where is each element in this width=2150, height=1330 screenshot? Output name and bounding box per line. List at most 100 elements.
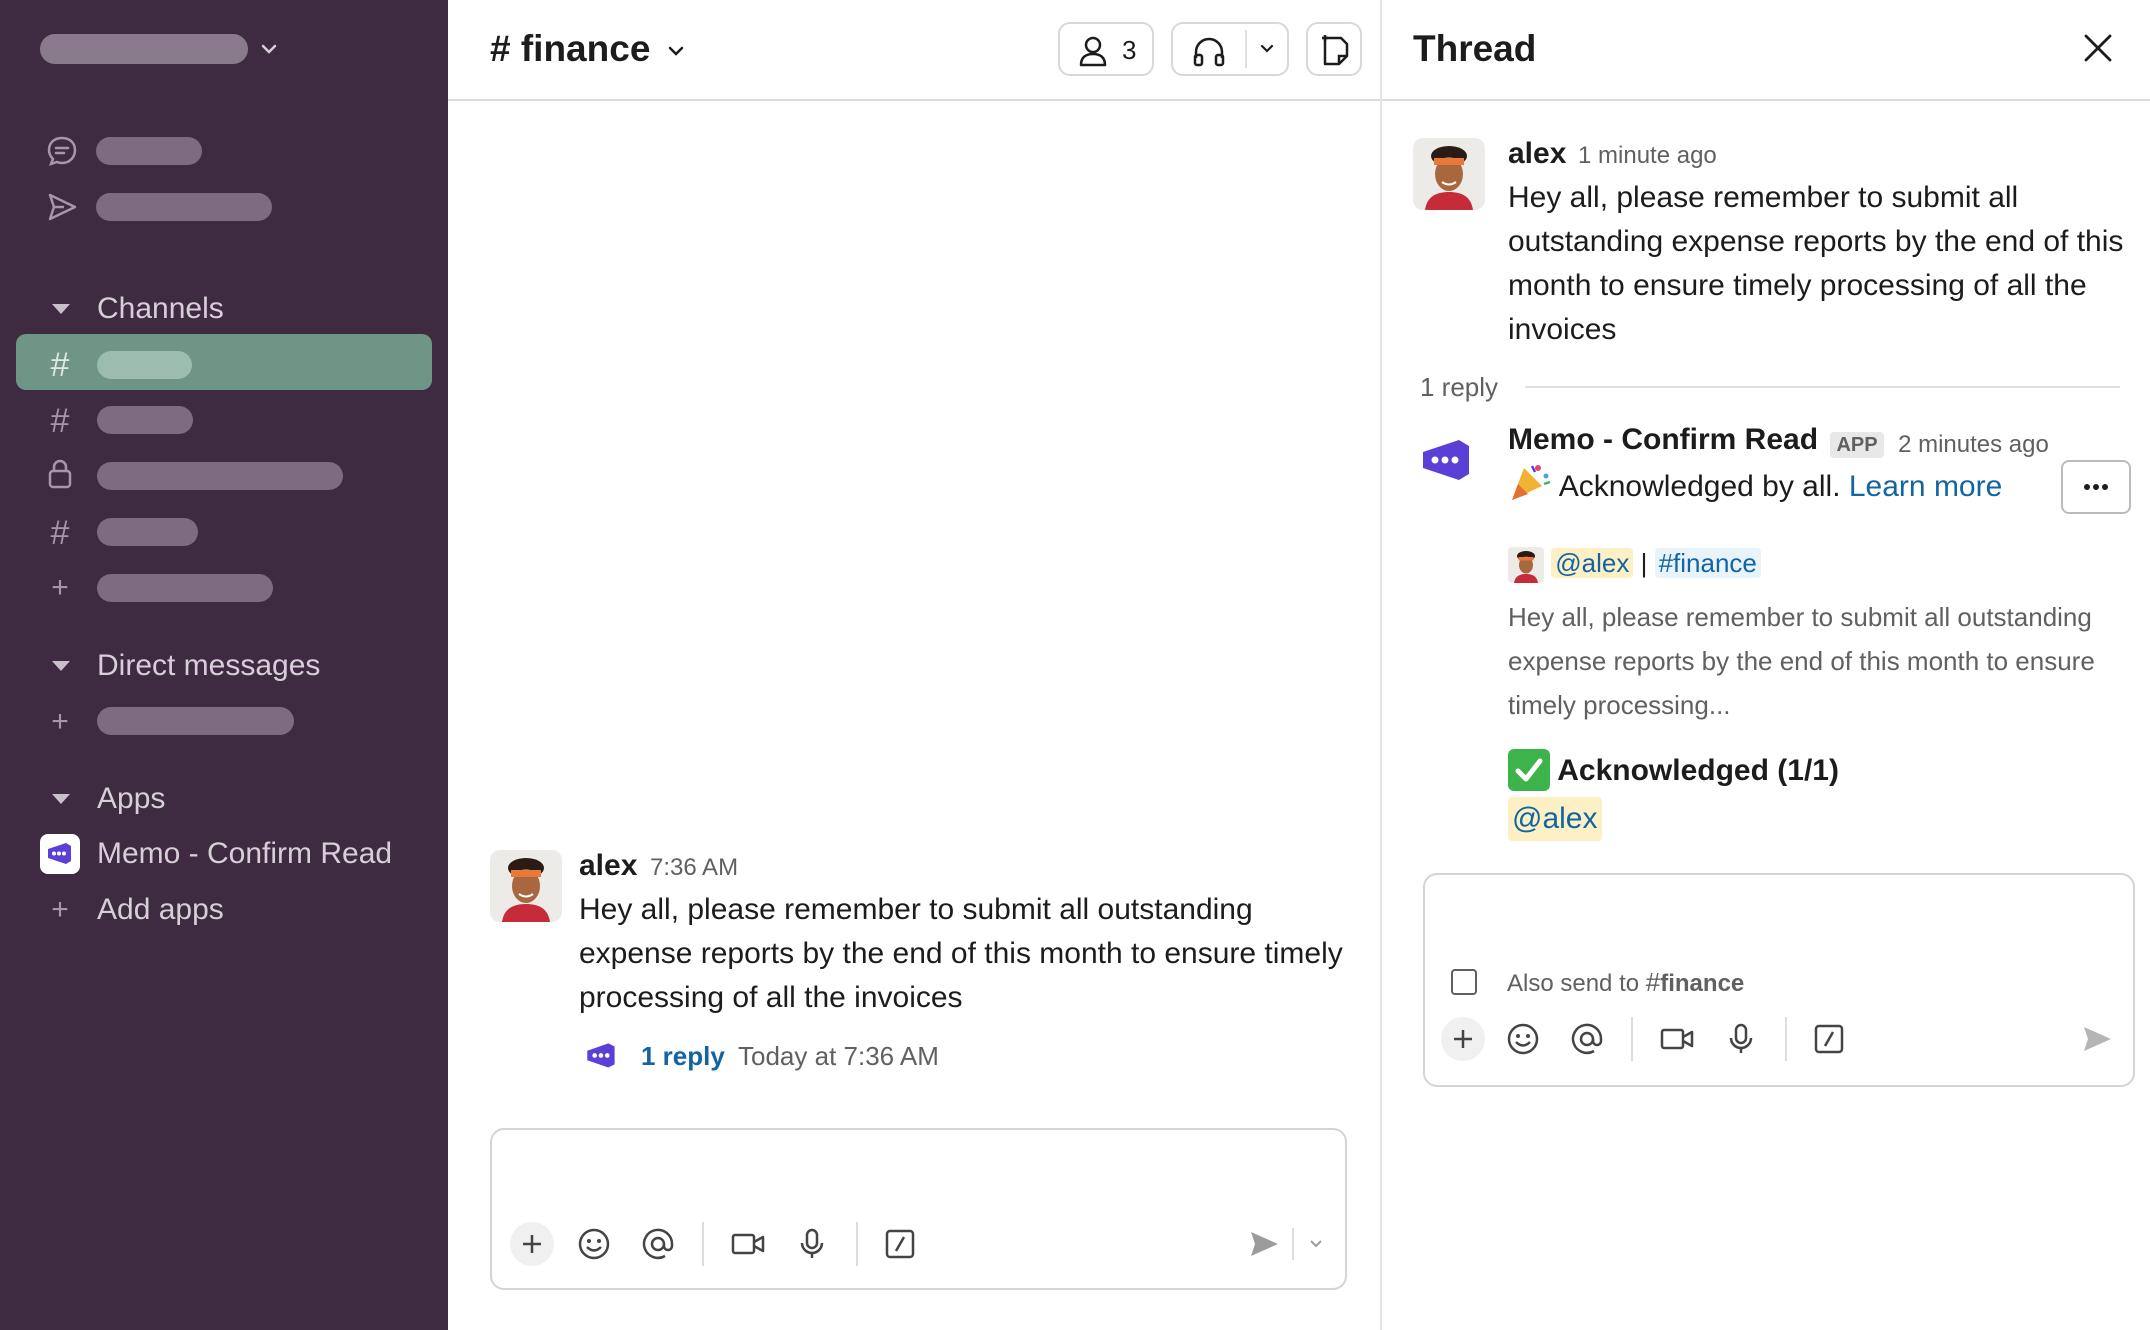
channel-title[interactable]: # finance — [490, 26, 687, 72]
thread-reply-timestamp[interactable]: 2 minutes ago — [1898, 431, 2049, 458]
thread-parent-text: Hey all, please remember to submit all o… — [1508, 181, 2124, 346]
toolbar-divider — [1292, 1228, 1294, 1260]
section-apps[interactable]: Apps — [97, 781, 165, 817]
audio-button[interactable] — [1719, 1017, 1763, 1061]
acknowledged-text: Acknowledged by all. — [1558, 470, 1841, 503]
channel-mention[interactable]: #finance — [1654, 548, 1761, 578]
party-popper-icon — [1512, 465, 1551, 500]
thread-composer-input[interactable] — [1445, 889, 2105, 949]
thread-reply-body: Acknowledged by all. Learn more — [1508, 462, 2002, 509]
hash-icon: # — [1645, 967, 1661, 997]
send-icon — [48, 193, 77, 221]
avatar-alex-small — [1508, 547, 1544, 584]
chevron-down-icon — [668, 46, 683, 56]
chevron-down-icon — [1310, 1240, 1322, 1248]
members-button[interactable]: 3 — [1058, 22, 1154, 76]
video-button[interactable] — [1655, 1017, 1699, 1061]
dm-name-placeholder[interactable] — [97, 707, 294, 735]
send-button[interactable] — [2075, 1017, 2119, 1061]
member-count: 3 — [1122, 35, 1137, 65]
sidebar: Channels # # # + Direct messages + Apps … — [0, 0, 448, 1330]
sidebar-item-threads[interactable] — [40, 131, 440, 171]
audio-button[interactable] — [790, 1222, 834, 1266]
emoji-button[interactable] — [572, 1222, 616, 1266]
shortcuts-button[interactable] — [878, 1222, 922, 1266]
chevron-down-icon[interactable] — [1256, 38, 1278, 60]
channel-name-placeholder[interactable] — [97, 462, 343, 490]
channel-name-placeholder[interactable] — [97, 406, 193, 434]
send-button[interactable] — [1242, 1222, 1286, 1266]
thread-parent-author[interactable]: alex — [1508, 136, 1566, 172]
microphone-icon — [1729, 1023, 1753, 1053]
plus-icon — [523, 1235, 541, 1253]
toolbar-divider — [1785, 1017, 1787, 1061]
huddle-divider — [1245, 30, 1247, 68]
huddle-button[interactable] — [1171, 22, 1289, 76]
at-icon — [1571, 1023, 1603, 1055]
toolbar-divider — [856, 1222, 858, 1266]
close-icon[interactable] — [2080, 30, 2116, 66]
composer-input[interactable] — [512, 1144, 1312, 1204]
caret-down-icon[interactable] — [52, 661, 70, 671]
thread-parent-timestamp[interactable]: 1 minute ago — [1578, 138, 1717, 174]
smile-icon — [578, 1228, 610, 1260]
sidebar-item-add-apps[interactable]: Add apps — [97, 892, 224, 928]
reply-count: 1 reply — [1420, 372, 1499, 402]
memo-app-avatar[interactable] — [1413, 424, 1485, 496]
send-icon — [2084, 1027, 2111, 1051]
sidebar-item-sent[interactable] — [40, 187, 440, 227]
also-send-prefix: Also send to — [1507, 970, 1640, 997]
learn-more-link[interactable]: Learn more — [1849, 470, 2002, 503]
plus-icon: + — [51, 571, 69, 604]
chevron-down-icon — [261, 44, 277, 54]
also-send-checkbox[interactable] — [1451, 969, 1477, 995]
avatar-alex[interactable] — [490, 850, 562, 922]
mention-button[interactable] — [1565, 1017, 1609, 1061]
channel-name-placeholder[interactable] — [97, 518, 198, 546]
section-channels[interactable]: Channels — [97, 291, 224, 327]
channel-title-text: # finance — [490, 28, 651, 69]
slash-icon — [885, 1229, 915, 1259]
video-button[interactable] — [726, 1222, 770, 1266]
message-text: Hey all, please remember to submit all o… — [579, 893, 1343, 1014]
send-options-button[interactable] — [1298, 1222, 1334, 1266]
ack-user-mention[interactable]: @alex — [1508, 797, 1602, 841]
plus-button[interactable] — [510, 1222, 554, 1266]
lock-icon — [48, 459, 72, 489]
hash-icon: # — [50, 346, 70, 384]
quote-text: Hey all, please remember to submit all o… — [1508, 602, 2095, 720]
sidebar-item-memo-app[interactable]: Memo - Confirm Read — [97, 836, 392, 872]
more-actions-button[interactable] — [2061, 460, 2131, 514]
threads-icon — [47, 136, 77, 167]
avatar-alex[interactable] — [1413, 138, 1485, 210]
also-send-channel: finance — [1660, 970, 1745, 997]
plus-icon: + — [51, 705, 69, 738]
quote-separator: | — [1640, 548, 1648, 578]
workspace-switcher[interactable] — [40, 34, 280, 64]
video-icon — [731, 1233, 765, 1255]
caret-down-icon[interactable] — [52, 304, 70, 314]
thread-composer[interactable]: Also send to #finance — [1423, 873, 2135, 1087]
emoji-button[interactable] — [1501, 1017, 1545, 1061]
reply-count-link[interactable]: 1 reply — [641, 1036, 725, 1076]
canvas-icon — [1322, 35, 1349, 66]
ack-title: Acknowledged (1/1) — [1557, 754, 1839, 787]
message-timestamp[interactable]: 7:36 AM — [650, 850, 738, 886]
smile-icon — [1507, 1023, 1539, 1055]
app-badge: APP — [1830, 431, 1884, 458]
thread-reply-author[interactable]: Memo - Confirm Read — [1508, 423, 1818, 456]
workspace-name-placeholder — [40, 34, 248, 64]
plus-button[interactable] — [1441, 1017, 1485, 1061]
canvas-button[interactable] — [1306, 22, 1362, 76]
section-direct-messages[interactable]: Direct messages — [97, 648, 320, 684]
message-author[interactable]: alex — [579, 848, 637, 884]
slash-icon — [1814, 1024, 1844, 1054]
add-channel-placeholder[interactable] — [97, 574, 273, 602]
caret-down-icon[interactable] — [52, 794, 70, 804]
user-mention[interactable]: @alex — [1551, 548, 1634, 578]
shortcuts-button[interactable] — [1807, 1017, 1851, 1061]
mention-button[interactable] — [636, 1222, 680, 1266]
thread-title: Thread — [1413, 28, 1537, 69]
at-icon — [642, 1228, 674, 1260]
message-composer[interactable] — [490, 1128, 1347, 1290]
